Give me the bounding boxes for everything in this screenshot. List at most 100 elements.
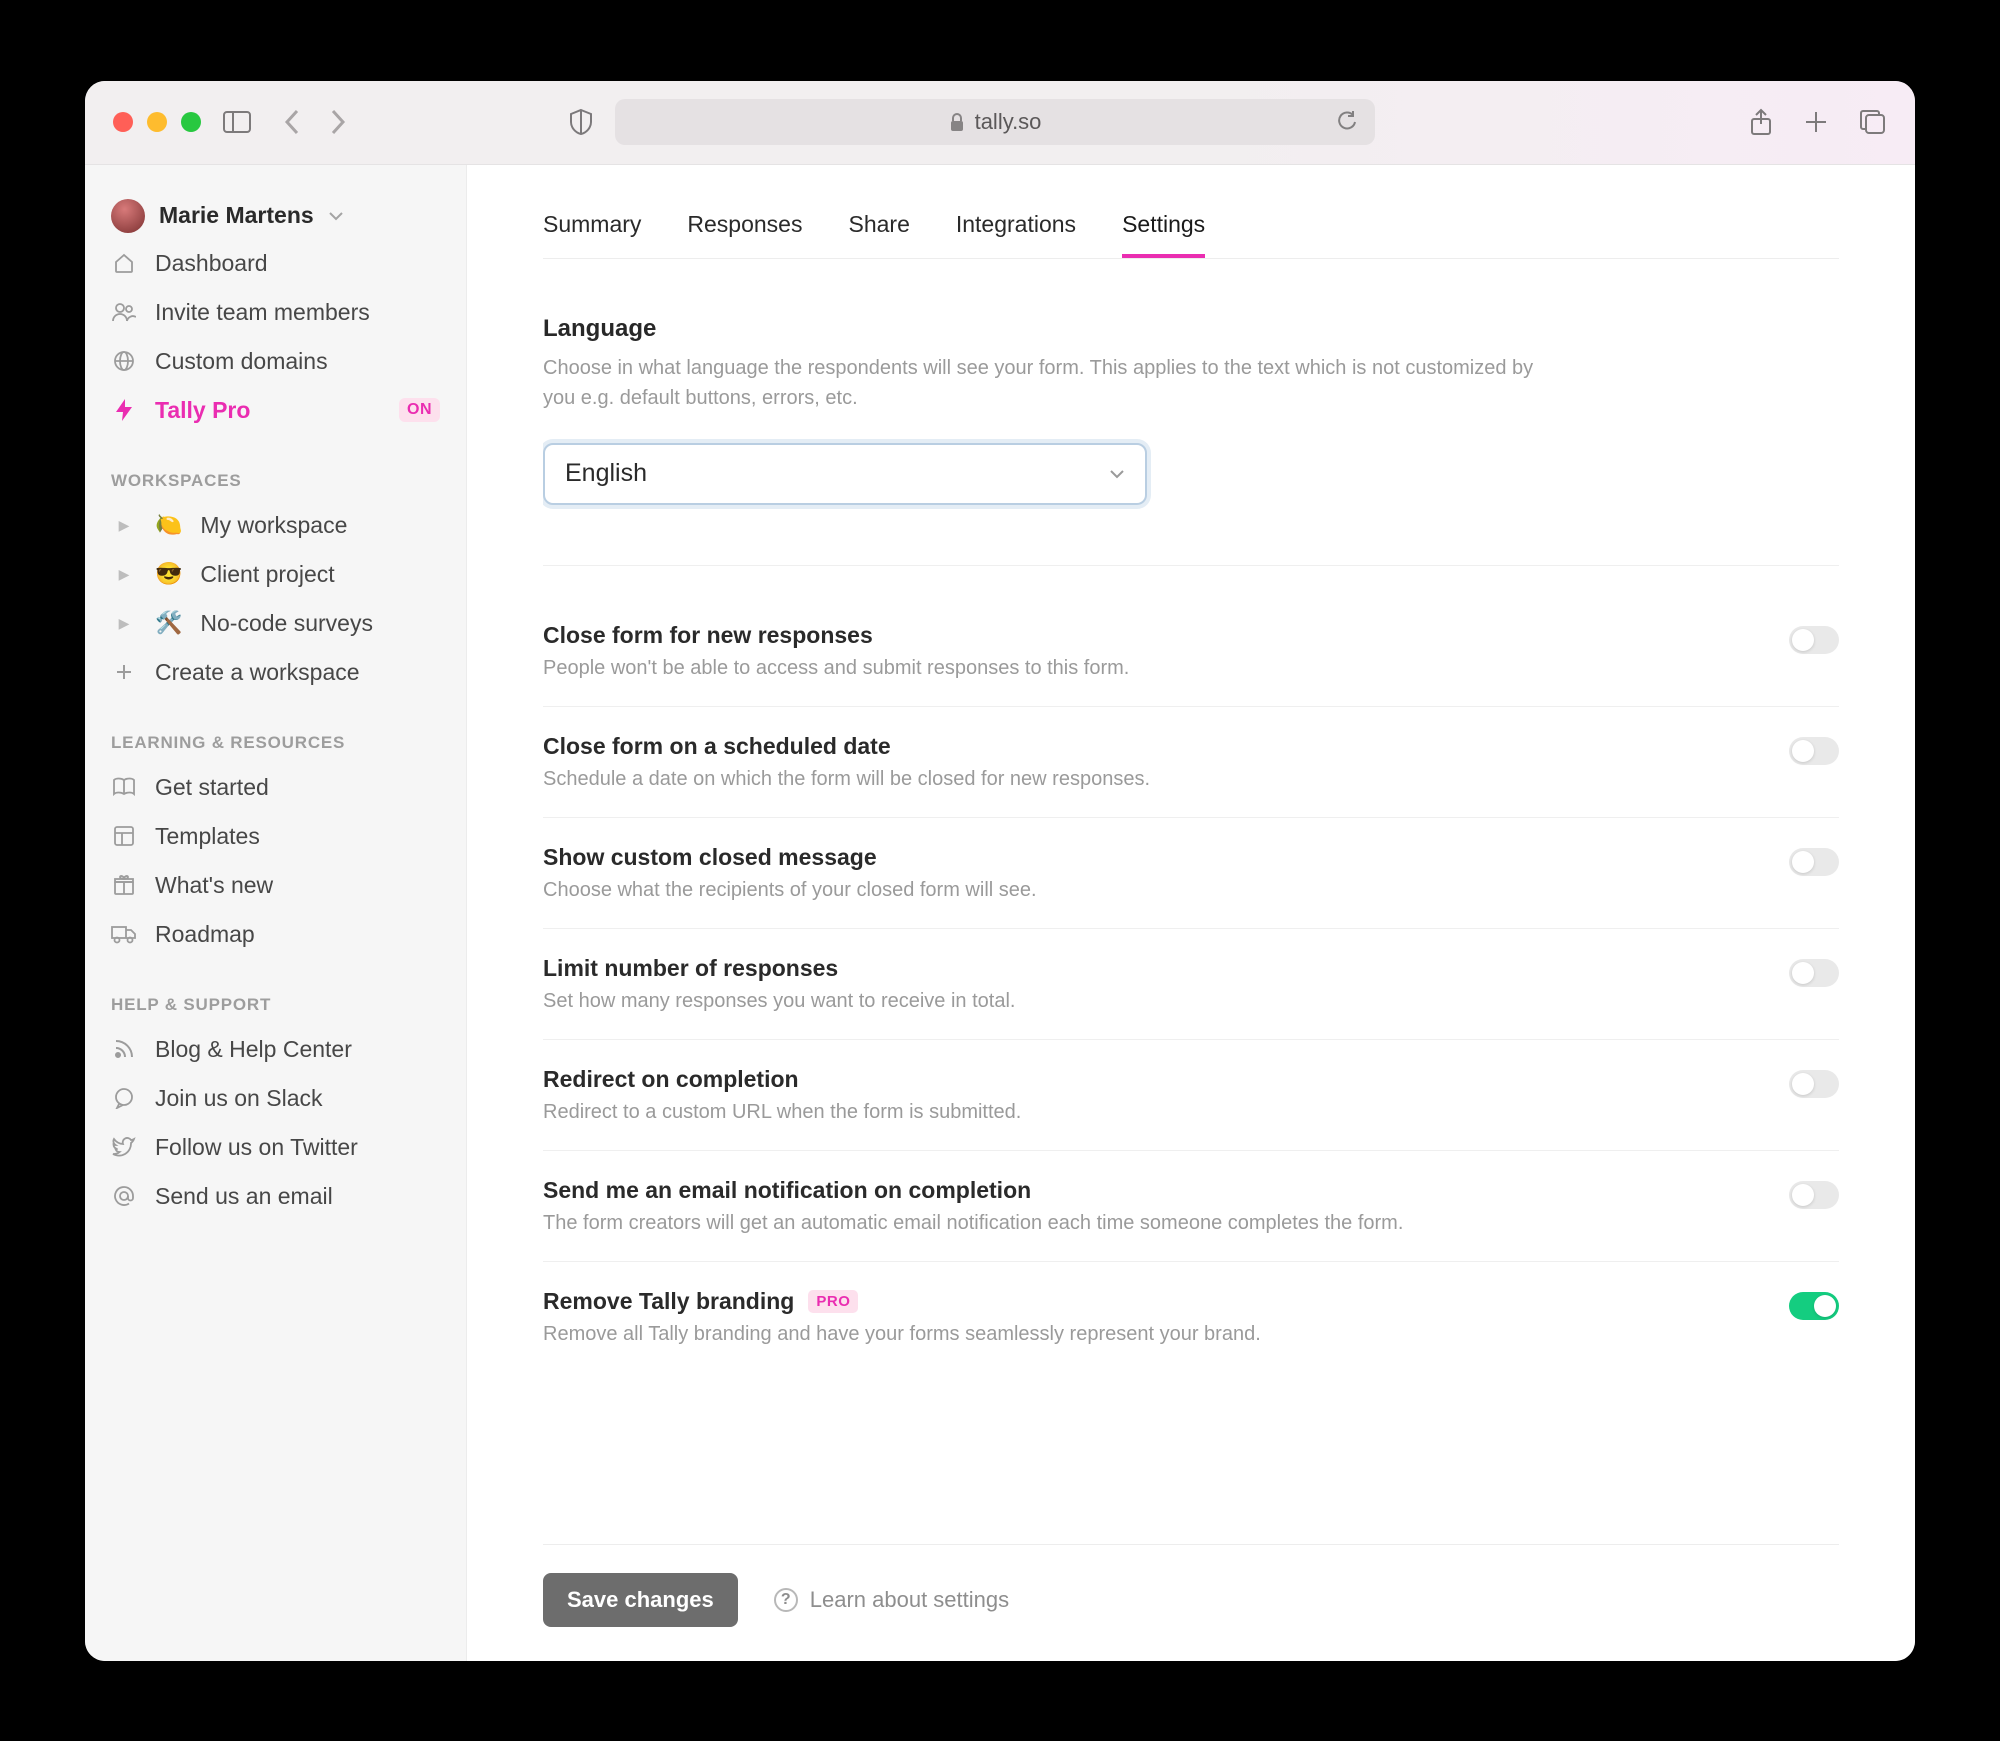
close-window-button[interactable] xyxy=(113,112,133,132)
learn-label: Learn about settings xyxy=(810,1587,1009,1613)
language-setting: Language Choose in what language the res… xyxy=(543,315,1839,535)
label: Blog & Help Center xyxy=(155,1036,352,1063)
workspace-item[interactable]: ▶ 🍋 My workspace xyxy=(103,501,448,550)
pro-badge: PRO xyxy=(808,1290,858,1313)
tab-integrations[interactable]: Integrations xyxy=(956,199,1076,258)
user-name: Marie Martens xyxy=(159,202,314,229)
user-menu[interactable]: Marie Martens xyxy=(103,193,448,239)
sidebar-item-domains[interactable]: Custom domains xyxy=(103,337,448,386)
sidebar-item-email[interactable]: Send us an email xyxy=(103,1172,448,1221)
settings-footer: Save changes ? Learn about settings xyxy=(543,1544,1839,1627)
sidebar-item-pro[interactable]: Tally Pro ON xyxy=(103,386,448,435)
sidebar-item-roadmap[interactable]: Roadmap xyxy=(103,910,448,959)
traffic-lights xyxy=(113,112,201,132)
setting-row: Close form on a scheduled dateSchedule a… xyxy=(543,707,1839,818)
toggle-switch[interactable] xyxy=(1789,1070,1839,1098)
toggle-switch[interactable] xyxy=(1789,959,1839,987)
globe-icon xyxy=(111,350,137,372)
main-content: Summary Responses Share Integrations Set… xyxy=(467,165,1915,1661)
workspace-item[interactable]: ▶ 😎 Client project xyxy=(103,550,448,599)
workspace-item[interactable]: ▶ 🛠️ No-code surveys xyxy=(103,599,448,648)
label: Tally Pro xyxy=(155,397,250,424)
at-icon xyxy=(111,1185,137,1207)
sidebar-item-twitter[interactable]: Follow us on Twitter xyxy=(103,1123,448,1172)
new-tab-icon[interactable] xyxy=(1803,108,1829,136)
toggle-switch[interactable] xyxy=(1789,1181,1839,1209)
tabs-overview-icon[interactable] xyxy=(1859,108,1887,136)
bolt-icon xyxy=(111,398,137,422)
share-icon[interactable] xyxy=(1749,108,1773,136)
setting-title: Remove Tally brandingPRO xyxy=(543,1288,1759,1315)
setting-desc: Redirect to a custom URL when the form i… xyxy=(543,1101,1759,1124)
sidebar-item-dashboard[interactable]: Dashboard xyxy=(103,239,448,288)
setting-row: Send me an email notification on complet… xyxy=(543,1151,1839,1262)
toggle-switch[interactable] xyxy=(1789,848,1839,876)
setting-row: Limit number of responsesSet how many re… xyxy=(543,929,1839,1040)
on-badge: ON xyxy=(399,398,440,422)
template-icon xyxy=(111,825,137,847)
sidebar: Marie Martens Dashboard Invite team memb… xyxy=(85,165,467,1661)
setting-title: Limit number of responses xyxy=(543,955,1759,982)
toggle-switch[interactable] xyxy=(1789,1292,1839,1320)
shield-icon[interactable] xyxy=(569,108,593,136)
sidebar-item-blog[interactable]: Blog & Help Center xyxy=(103,1025,448,1074)
create-workspace[interactable]: Create a workspace xyxy=(103,648,448,697)
language-select[interactable]: English xyxy=(543,443,1147,505)
setting-row: Redirect on completion Redirect to a cust… xyxy=(543,1040,1839,1151)
section-learning: LEARNING & RESOURCES xyxy=(103,697,448,763)
learn-about-settings-link[interactable]: ? Learn about settings xyxy=(774,1587,1009,1613)
forward-button[interactable] xyxy=(329,108,347,136)
app-body: Marie Martens Dashboard Invite team memb… xyxy=(85,165,1915,1661)
tabs: Summary Responses Share Integrations Set… xyxy=(543,199,1839,259)
toggle-switch[interactable] xyxy=(1789,737,1839,765)
label: Follow us on Twitter xyxy=(155,1134,358,1161)
label: Get started xyxy=(155,774,269,801)
select-value: English xyxy=(565,459,647,488)
truck-icon xyxy=(111,924,137,944)
lock-icon xyxy=(949,112,965,132)
users-icon xyxy=(111,302,137,322)
sidebar-item-templates[interactable]: Templates xyxy=(103,812,448,861)
sidebar-item-slack[interactable]: Join us on Slack xyxy=(103,1074,448,1123)
tab-share[interactable]: Share xyxy=(848,199,909,258)
toggle-switch[interactable] xyxy=(1789,626,1839,654)
divider xyxy=(543,565,1839,566)
setting-desc: Schedule a date on which the form will b… xyxy=(543,768,1759,791)
minimize-window-button[interactable] xyxy=(147,112,167,132)
reload-icon[interactable] xyxy=(1337,111,1357,133)
back-button[interactable] xyxy=(283,108,301,136)
label: Custom domains xyxy=(155,348,328,375)
label: Roadmap xyxy=(155,921,255,948)
setting-title: Show custom closed message xyxy=(543,844,1759,871)
label: Join us on Slack xyxy=(155,1085,322,1112)
sidebar-item-whats-new[interactable]: What's new xyxy=(103,861,448,910)
setting-desc: Choose in what language the respondents … xyxy=(543,353,1563,413)
chevron-down-icon xyxy=(328,211,344,221)
sidebar-item-invite[interactable]: Invite team members xyxy=(103,288,448,337)
setting-desc: Remove all Tally branding and have your … xyxy=(543,1323,1759,1346)
sidebar-item-get-started[interactable]: Get started xyxy=(103,763,448,812)
setting-desc: Choose what the recipients of your close… xyxy=(543,879,1759,902)
setting-title: Redirect on completion xyxy=(543,1066,1759,1093)
section-help: HELP & SUPPORT xyxy=(103,959,448,1025)
tab-responses[interactable]: Responses xyxy=(687,199,802,258)
chat-icon xyxy=(111,1087,137,1109)
chevron-right-icon: ▶ xyxy=(111,517,137,534)
plus-icon xyxy=(111,663,137,681)
sidebar-toggle-icon[interactable] xyxy=(223,111,251,133)
url-bar[interactable]: tally.so xyxy=(615,99,1375,145)
book-icon xyxy=(111,777,137,797)
workspace-emoji: 😎 xyxy=(155,561,182,587)
tab-summary[interactable]: Summary xyxy=(543,199,641,258)
label: Create a workspace xyxy=(155,659,360,686)
twitter-icon xyxy=(111,1137,137,1157)
maximize-window-button[interactable] xyxy=(181,112,201,132)
section-workspaces: WORKSPACES xyxy=(103,435,448,501)
label: What's new xyxy=(155,872,273,899)
browser-window: tally.so Marie Martens xyxy=(85,81,1915,1661)
label: Client project xyxy=(200,561,334,588)
save-button[interactable]: Save changes xyxy=(543,1573,738,1627)
avatar xyxy=(111,199,145,233)
chevron-right-icon: ▶ xyxy=(111,566,137,583)
tab-settings[interactable]: Settings xyxy=(1122,199,1205,258)
